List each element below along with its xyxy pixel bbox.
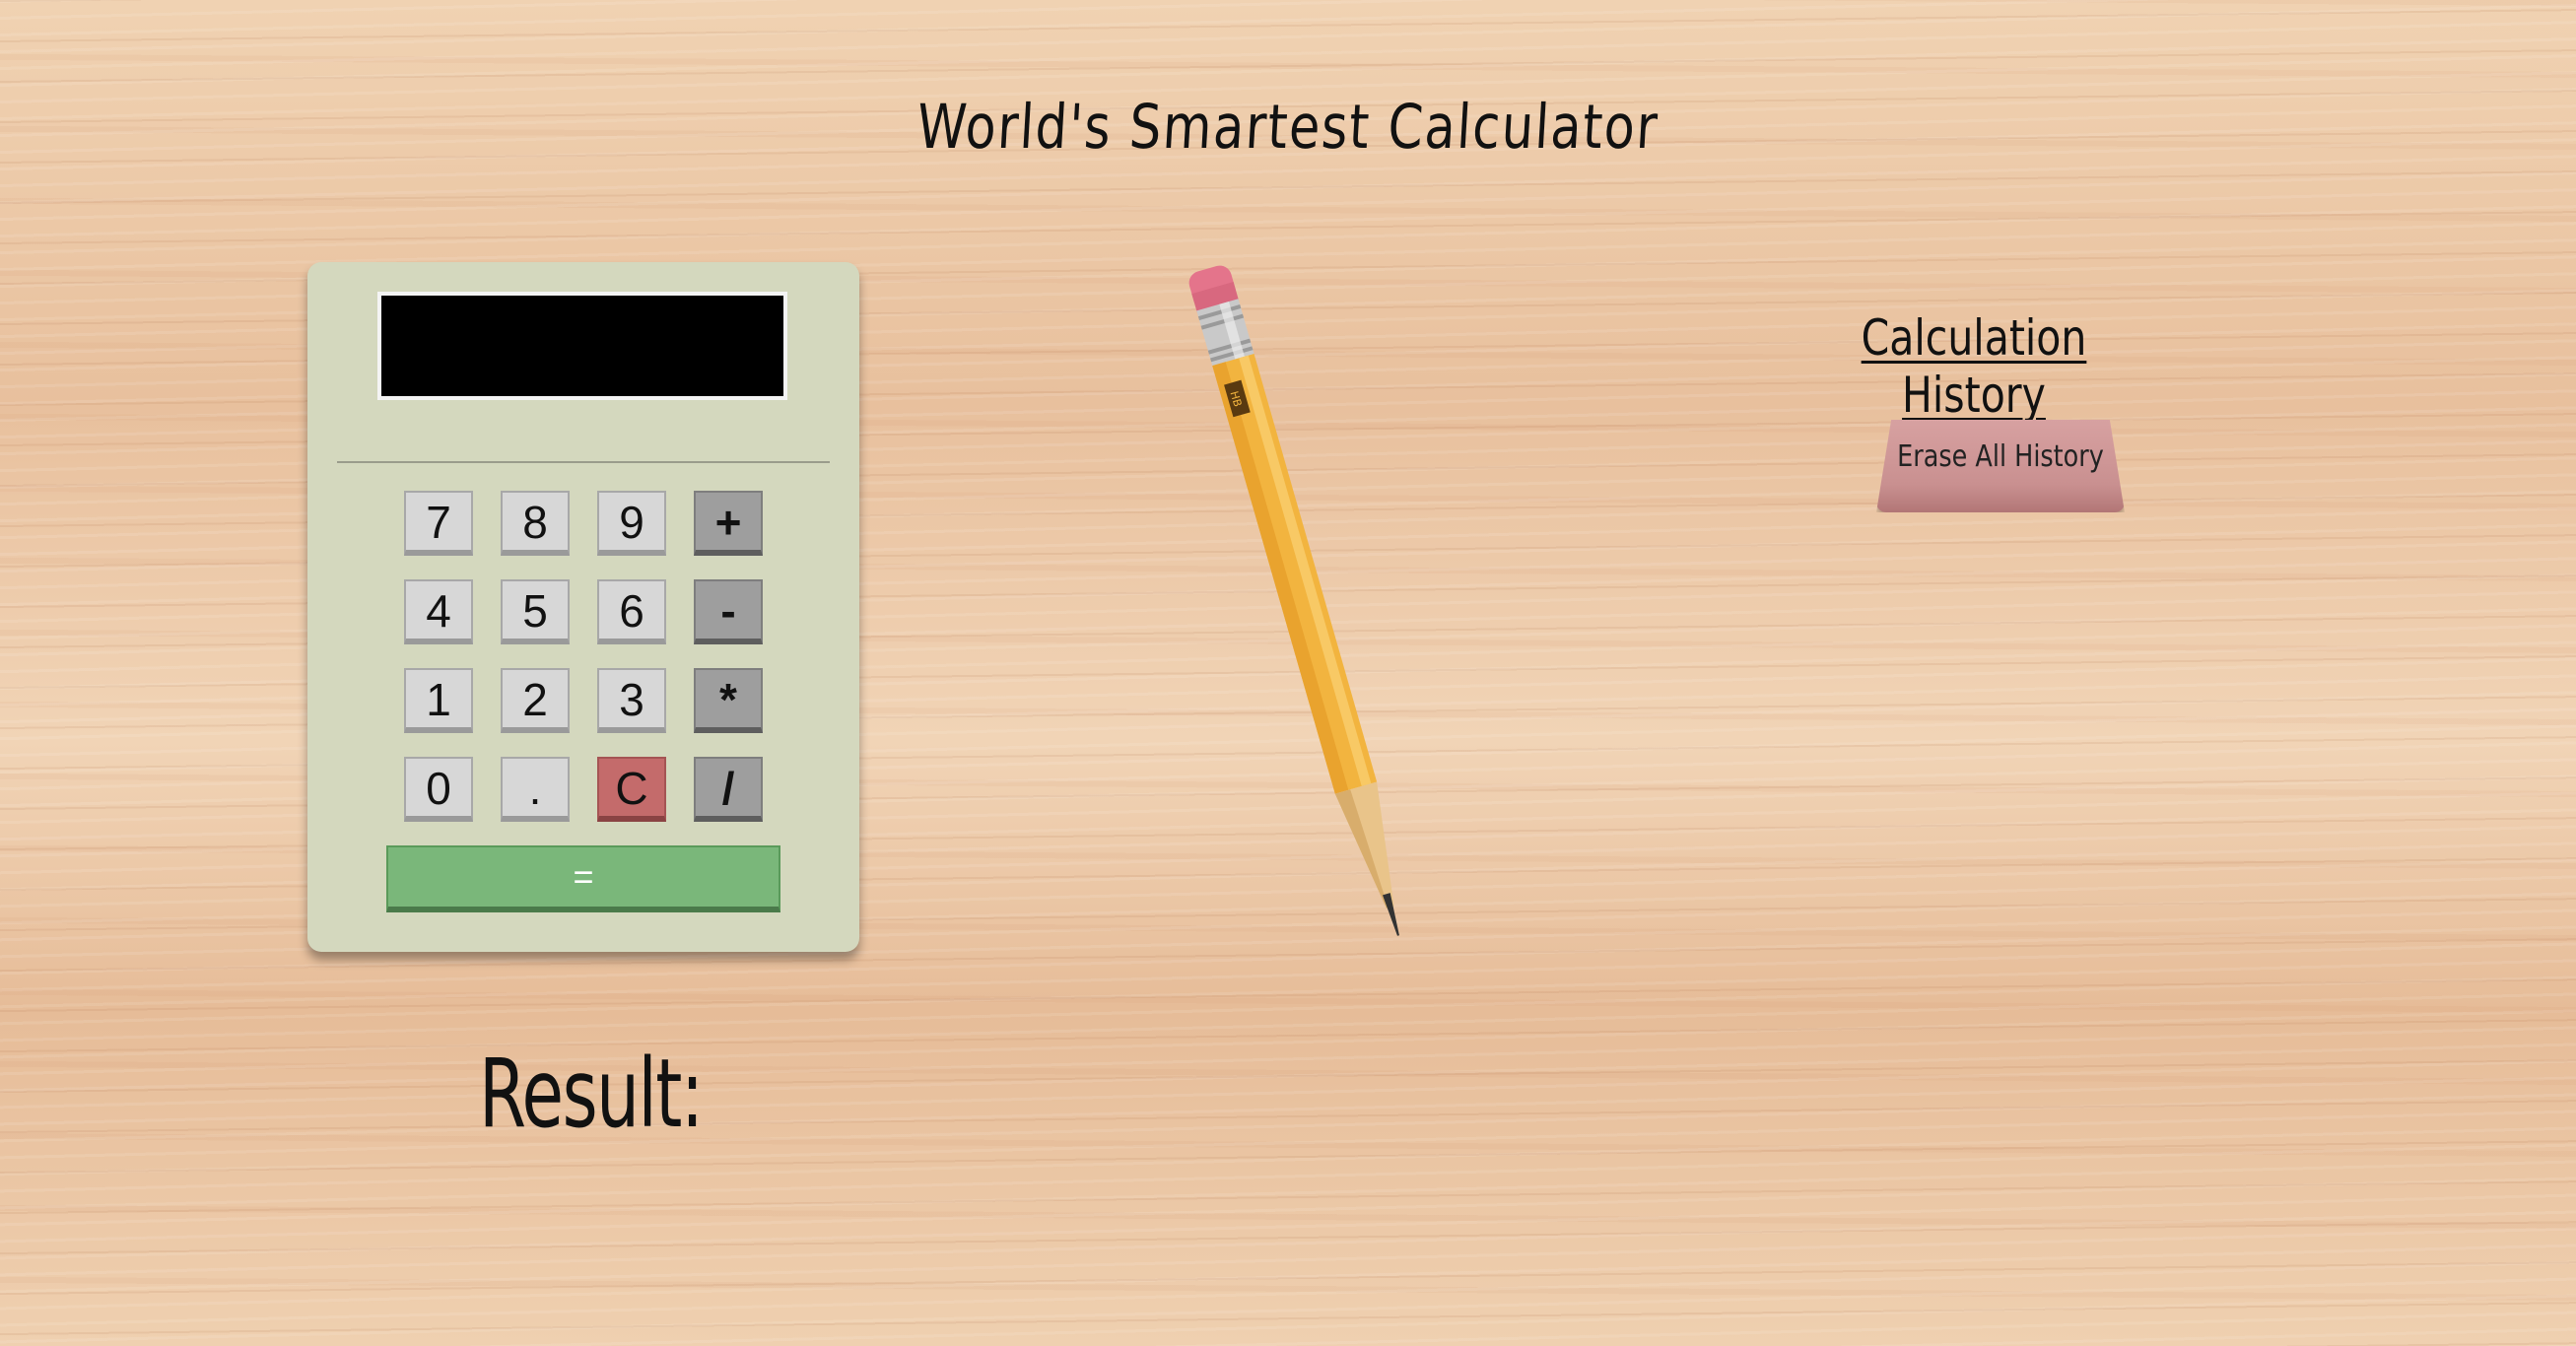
key-5[interactable]: 5 xyxy=(501,579,570,644)
key-decimal[interactable]: . xyxy=(501,757,570,822)
key-8[interactable]: 8 xyxy=(501,491,570,556)
key-clear[interactable]: C xyxy=(597,757,666,822)
key-7[interactable]: 7 xyxy=(404,491,473,556)
erase-history-label: Erase All History xyxy=(1897,439,2104,474)
result-label: Result: xyxy=(479,1039,704,1149)
key-6[interactable]: 6 xyxy=(597,579,666,644)
history-title: Calculation History xyxy=(1861,309,2087,424)
key-plus[interactable]: + xyxy=(694,491,763,556)
key-4[interactable]: 4 xyxy=(404,579,473,644)
calculator-display xyxy=(377,292,787,400)
key-3[interactable]: 3 xyxy=(597,668,666,733)
key-9[interactable]: 9 xyxy=(597,491,666,556)
key-2[interactable]: 2 xyxy=(501,668,570,733)
erase-history-button[interactable]: Erase All History xyxy=(1876,420,2125,512)
key-multiply[interactable]: * xyxy=(694,668,763,733)
key-minus[interactable]: - xyxy=(694,579,763,644)
calculator: 7 8 9 + 4 5 6 - 1 2 3 * 0 . C / = xyxy=(307,262,859,952)
key-divide[interactable]: / xyxy=(694,757,763,822)
key-equals[interactable]: = xyxy=(386,845,780,912)
pencil-image: HB xyxy=(1188,265,1399,936)
key-0[interactable]: 0 xyxy=(404,757,473,822)
page-title: World's Smartest Calculator xyxy=(915,91,1661,163)
calculator-divider xyxy=(337,461,830,463)
key-1[interactable]: 1 xyxy=(404,668,473,733)
